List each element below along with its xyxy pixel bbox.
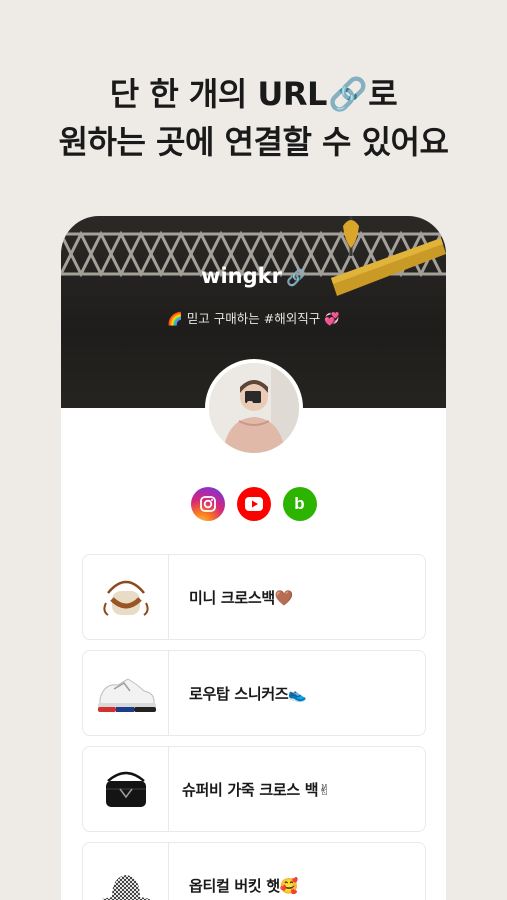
link-thumbnail — [83, 651, 169, 735]
youtube-glyph — [244, 497, 263, 511]
link-item-mini-crossbag[interactable]: 미니 크로스백🤎 — [82, 554, 426, 640]
headline-line-2: 원하는 곳에 연결할 수 있어요 — [58, 123, 449, 161]
blog-icon[interactable]: b — [282, 487, 317, 521]
link-item-leather-crossbag[interactable]: 슈퍼비 가죽 크로스 백✌ — [82, 746, 426, 832]
link-label: 미니 크로스백🤎 — [189, 588, 294, 607]
avatar[interactable] — [205, 359, 303, 457]
headline: 단 한 개의 URL🔗로 원하는 곳에 연결할 수 있어요 — [0, 70, 507, 166]
app-screen: 단 한 개의 URL🔗로 원하는 곳에 연결할 수 있어요 wingkr 🔗 🌈 … — [0, 0, 507, 900]
profile-name-text: wingkr — [201, 264, 282, 288]
avatar-photo — [209, 363, 299, 453]
headline-text: 단 한 개의 URL — [109, 75, 328, 113]
crane-hook-image — [331, 216, 446, 296]
profile-name: wingkr 🔗 — [61, 264, 446, 288]
instagram-icon[interactable] — [190, 487, 225, 521]
youtube-icon[interactable] — [236, 487, 271, 521]
leather-bag-icon — [105, 771, 146, 807]
link-label: 옵티컬 버킷 햇🥰 — [189, 876, 299, 895]
link-thumbnail — [83, 555, 169, 639]
profile-bio: 🌈 믿고 구매하는 #해외직구 💞 — [167, 311, 340, 326]
link-thumbnail — [83, 747, 169, 831]
link-item-bucket-hat[interactable]: 옵티컬 버킷 햇🥰 — [82, 842, 426, 900]
link-item-lowtop-sneakers[interactable]: 로우탑 스니커즈👟 — [82, 650, 426, 736]
headline-suffix: 로 — [368, 75, 398, 113]
link-thumbnail — [83, 843, 169, 900]
phone-preview: wingkr 🔗 🌈 믿고 구매하는 #해외직구 💞 b 미니 크로스백🤎 로우… — [61, 216, 446, 900]
headline-line-1: 단 한 개의 URL🔗로 — [0, 70, 507, 118]
instagram-glyph — [199, 496, 216, 512]
link-icon: 🔗 — [285, 268, 306, 287]
link-label: 로우탑 스니커즈👟 — [189, 684, 307, 703]
crossbag-icon — [102, 580, 149, 616]
link-icon: 🔗 — [327, 75, 368, 113]
link-label: 슈퍼비 가죽 크로스 백✌ — [182, 780, 331, 799]
bucket-hat-icon — [101, 875, 150, 900]
sneaker-icon — [97, 678, 156, 712]
social-links: b — [61, 487, 446, 521]
